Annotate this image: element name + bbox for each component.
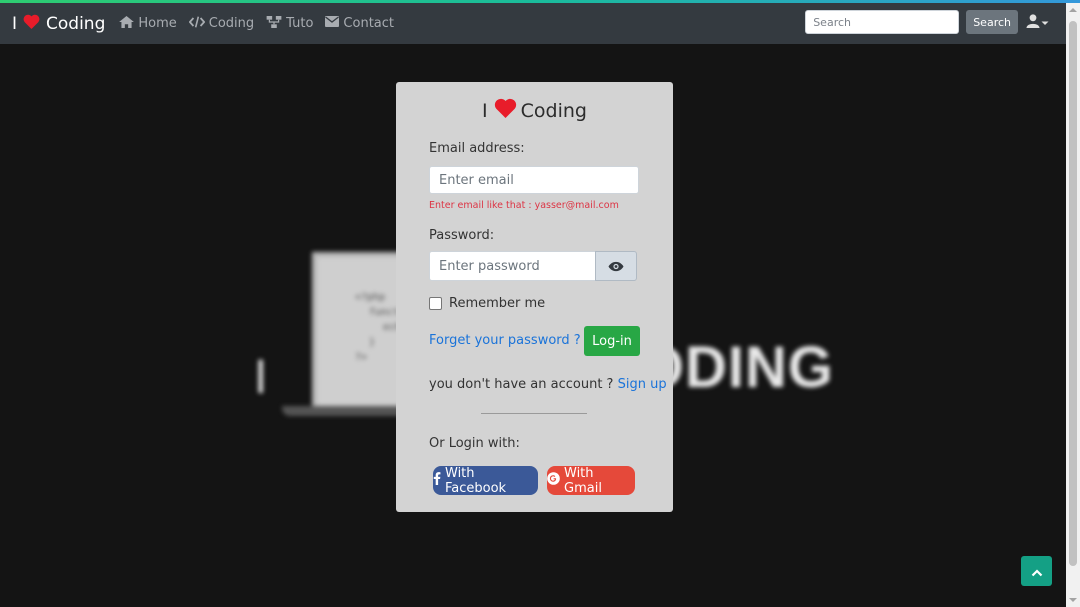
heart-icon [23,14,40,34]
nav-link-label: Tuto [286,16,314,31]
navbar: I Coding Home Coding Tuto Contact Search… [0,3,1066,44]
email-label: Email address: [429,141,525,156]
email-input[interactable] [429,166,639,194]
hero-letter: I [254,351,268,404]
brand-suffix: Coding [46,13,106,34]
nav-link-home[interactable]: Home [119,15,177,32]
home-icon [119,15,138,32]
no-account-text: you don't have an account ? [429,377,614,392]
gmail-label: With Gmail [564,465,602,496]
title-suffix: Coding [520,99,587,122]
or-login-label: Or Login with: [429,436,520,451]
password-label: Password: [429,228,495,243]
signup-link[interactable]: Sign up [618,377,667,392]
scroll-thumb[interactable] [1069,21,1077,566]
scrollbar[interactable] [1066,3,1080,607]
nav-link-tuto[interactable]: Tuto [266,15,314,32]
brand-prefix: I [12,13,18,34]
card-title: I Coding [396,98,673,123]
title-prefix: I [482,99,488,122]
nav-links: Home Coding Tuto Contact [119,15,406,32]
email-hint: Enter email like that : yasser@mail.com [429,200,619,211]
facebook-login-button[interactable]: With Facebook [433,465,538,496]
scroll-down-arrow[interactable] [1069,598,1077,602]
divider [481,413,587,414]
heart-icon [494,98,517,123]
envelope-icon [325,16,343,31]
scroll-up-arrow[interactable] [1069,8,1077,12]
facebook-icon [433,472,445,489]
google-icon [547,472,564,489]
nav-link-label: Contact [343,16,394,31]
signup-prompt: you don't have an account ? Sign up [429,377,667,392]
nav-link-contact[interactable]: Contact [325,16,394,32]
facebook-label: With Facebook [445,465,507,496]
sitemap-icon [266,15,286,32]
caret-down-icon [1040,13,1050,32]
login-button[interactable]: Log-in [584,326,640,356]
nav-search-area: Search [805,10,1050,34]
remember-label: Remember me [449,296,546,311]
gmail-login-button[interactable]: With Gmail [547,465,635,496]
forgot-password-link[interactable]: Forget your password ? [429,333,581,348]
search-button[interactable]: Search [966,10,1018,34]
remember-checkbox[interactable] [429,297,442,310]
search-input[interactable] [805,10,960,34]
chevron-up-icon [1031,562,1043,581]
remember-me-row[interactable]: Remember me [429,296,545,311]
nav-link-label: Home [138,16,177,31]
back-to-top-button[interactable] [1021,556,1052,586]
toggle-password-button[interactable] [595,251,637,281]
login-card: I Coding Email address: Enter email like… [396,82,673,512]
code-icon [188,15,209,32]
user-menu-toggle[interactable] [1026,13,1050,32]
password-input[interactable] [429,251,596,281]
nav-link-coding[interactable]: Coding [188,15,255,32]
user-icon [1026,13,1040,32]
eye-icon [608,257,624,276]
nav-link-label: Coding [208,16,255,31]
navbar-brand[interactable]: I Coding [12,14,105,34]
